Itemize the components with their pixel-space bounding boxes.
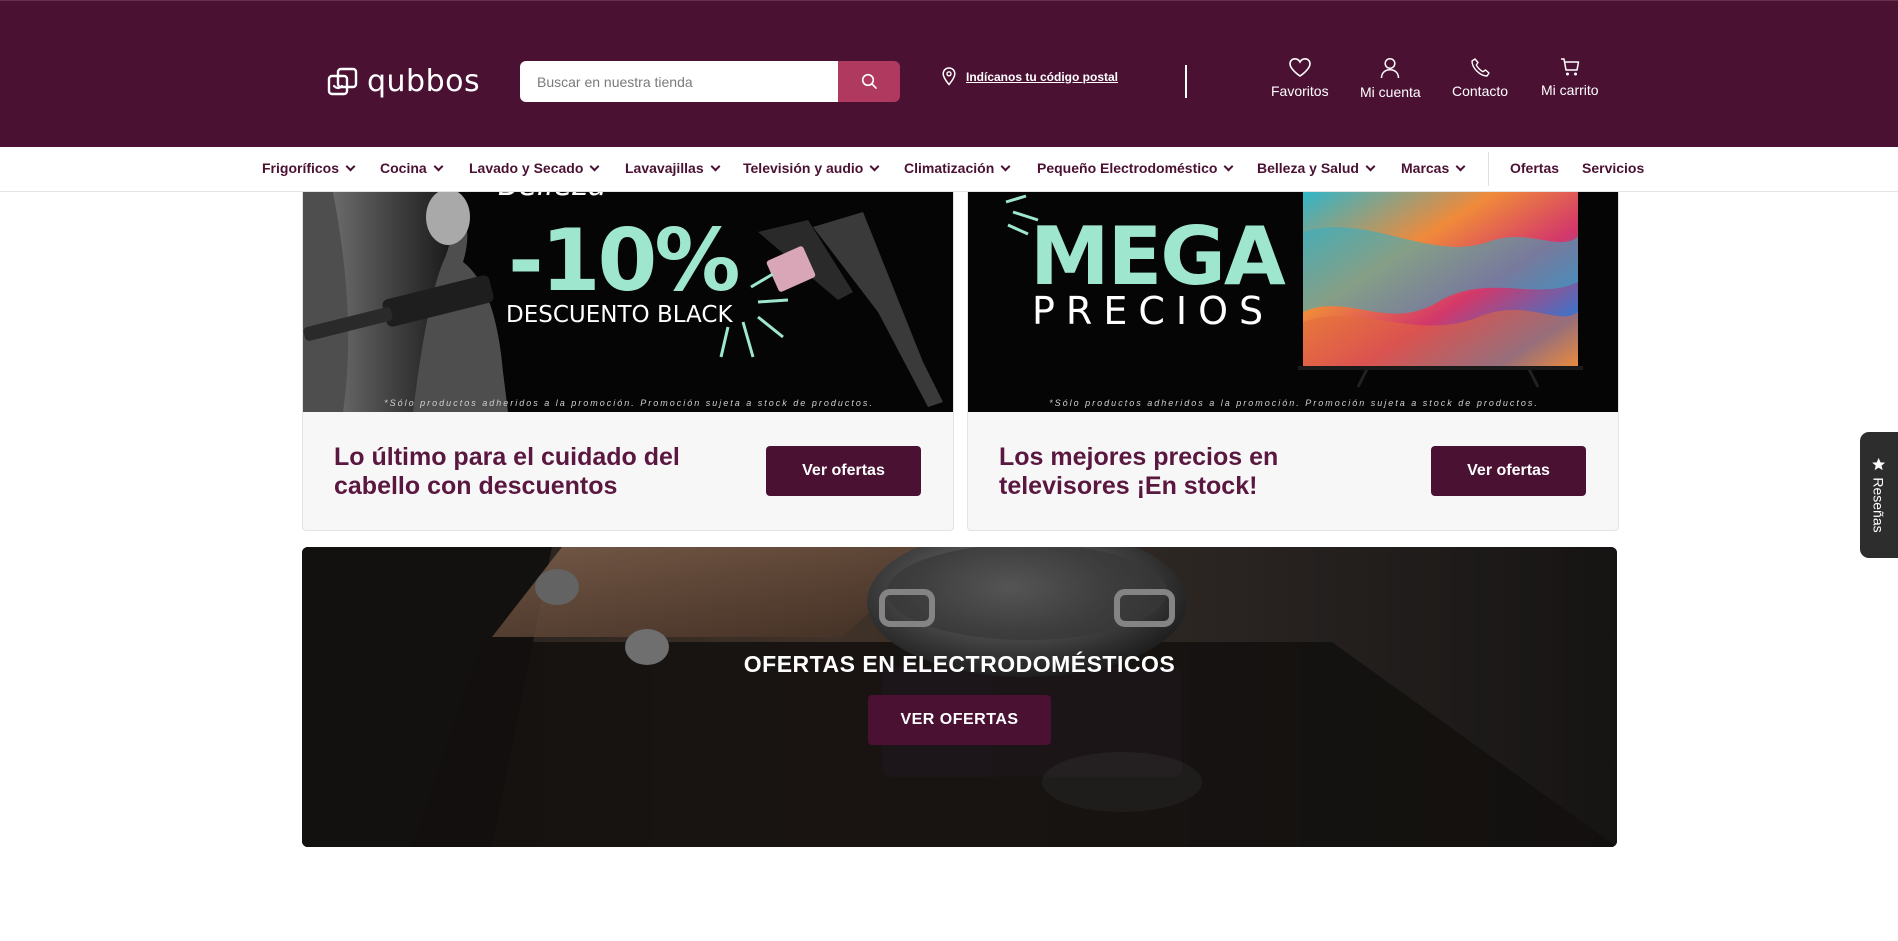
search-bar [520,61,900,102]
promo-hair-big-text: -10% [508,211,738,311]
category-label: Lavavajillas [625,160,704,176]
location-pin-icon [942,67,956,86]
cart-icon [1560,58,1580,76]
user-icon [1381,57,1400,79]
category-belleza-salud[interactable]: Belleza y Salud [1257,160,1376,176]
promo-card-tv: MEGA PRECIOS *Sólo productos adheridos a… [967,192,1619,531]
chevron-down-icon [345,161,356,171]
chevron-down-icon [589,161,600,171]
search-input[interactable] [520,61,838,102]
promo-hair-sub-text: DESCUENTO BLACK [506,302,733,328]
promo-card-hair: Belleza -10% DESCUENTO BLACK *Sólo produ… [302,192,954,531]
nav-account-label: Mi cuenta [1360,84,1421,100]
category-nav-divider [1488,152,1489,186]
site-header: qubbos Indícanos tu código postal Favori… [0,0,1898,147]
reviews-tab[interactable]: Reseñas [1860,432,1898,558]
category-cocina[interactable]: Cocina [380,160,444,176]
category-label: Belleza y Salud [1257,160,1359,176]
phone-icon [1470,58,1490,77]
hero-title: OFERTAS EN ELECTRODOMÉSTICOS [743,651,1176,677]
promo-hair-title: Lo último para el cuidado del cabello co… [334,443,680,500]
header-divider [1185,65,1187,98]
chevron-down-icon [1224,161,1234,171]
category-label: Frigoríficos [262,160,340,176]
logo-text: qubbos [367,64,481,99]
chevron-down-icon [1000,161,1011,171]
promo-banner-hair[interactable]: Belleza -10% DESCUENTO BLACK *Sólo produ… [303,192,953,412]
category-label: Ofertas [1510,160,1560,176]
promo-tv-sub-text: PRECIOS [1032,289,1274,333]
promo-tv-button[interactable]: Ver ofertas [1431,446,1586,496]
nav-cart[interactable]: Mi carrito [1541,57,1599,98]
reviews-tab-label: Reseñas [1871,477,1888,533]
category-label: Televisión y audio [743,160,864,176]
heart-icon [1288,57,1311,77]
chevron-down-icon [710,161,721,171]
category-label: Pequeño Electrodoméstico [1037,160,1218,176]
nav-contact[interactable]: Contacto [1452,57,1508,99]
nav-favorites[interactable]: Favoritos [1271,57,1329,99]
logo[interactable]: qubbos [327,64,480,99]
category-label: Climatización [904,160,995,176]
category-pequeno-electrodomestico[interactable]: Pequeño Electrodoméstico [1037,160,1234,176]
logo-icon [327,67,358,95]
tv-illustration: MEGA PRECIOS [968,192,1618,412]
promo-hair-top-text: Belleza [498,192,606,203]
postal-code-link[interactable]: Indícanos tu código postal [942,67,1118,86]
chevron-down-icon [433,161,444,171]
promo-hair-fine-print: *Sólo productos adheridos a la promoción… [384,398,874,408]
star-icon [1872,457,1886,471]
category-ofertas[interactable]: Ofertas [1510,160,1559,176]
search-icon [861,73,877,89]
promo-tv-title: Los mejores precios en televisores ¡En s… [999,443,1279,500]
category-lavavajillas[interactable]: Lavavajillas [625,160,721,176]
category-nav: Frigoríficos Cocina Lavado y Secado Lava… [0,147,1898,192]
nav-account[interactable]: Mi cuenta [1360,57,1421,100]
nav-contact-label: Contacto [1452,83,1509,99]
hair-straightener-illustration: Belleza -10% DESCUENTO BLACK [303,192,953,412]
hero-button[interactable]: VER OFERTAS [868,695,1051,745]
category-label: Servicios [1582,160,1645,176]
hero-banner-appliances[interactable]: OFERTAS EN ELECTRODOMÉSTICOS VER OFERTAS [302,547,1617,847]
nav-favorites-label: Favoritos [1271,83,1329,99]
promo-tv-fine-print: *Sólo productos adheridos a la promoción… [1049,398,1539,408]
promo-hair-button[interactable]: Ver ofertas [766,446,921,496]
chevron-down-icon [1455,161,1466,171]
category-label: Lavado y Secado [469,160,584,176]
nav-cart-label: Mi carrito [1541,82,1599,98]
chevron-down-icon [869,161,880,171]
category-servicios[interactable]: Servicios [1582,160,1644,176]
postal-code-text: Indícanos tu código postal [966,69,1119,84]
category-frigorificos[interactable]: Frigoríficos [262,160,356,176]
category-label: Marcas [1401,160,1450,176]
chevron-down-icon [1365,161,1376,171]
search-button[interactable] [838,61,900,102]
category-lavado-secado[interactable]: Lavado y Secado [469,160,600,176]
category-label: Cocina [380,160,427,176]
promo-banner-tv[interactable]: MEGA PRECIOS *Sólo productos adheridos a… [968,192,1618,412]
category-climatizacion[interactable]: Climatización [904,160,1011,176]
category-marcas[interactable]: Marcas [1401,160,1466,176]
category-television-audio[interactable]: Televisión y audio [743,160,880,176]
